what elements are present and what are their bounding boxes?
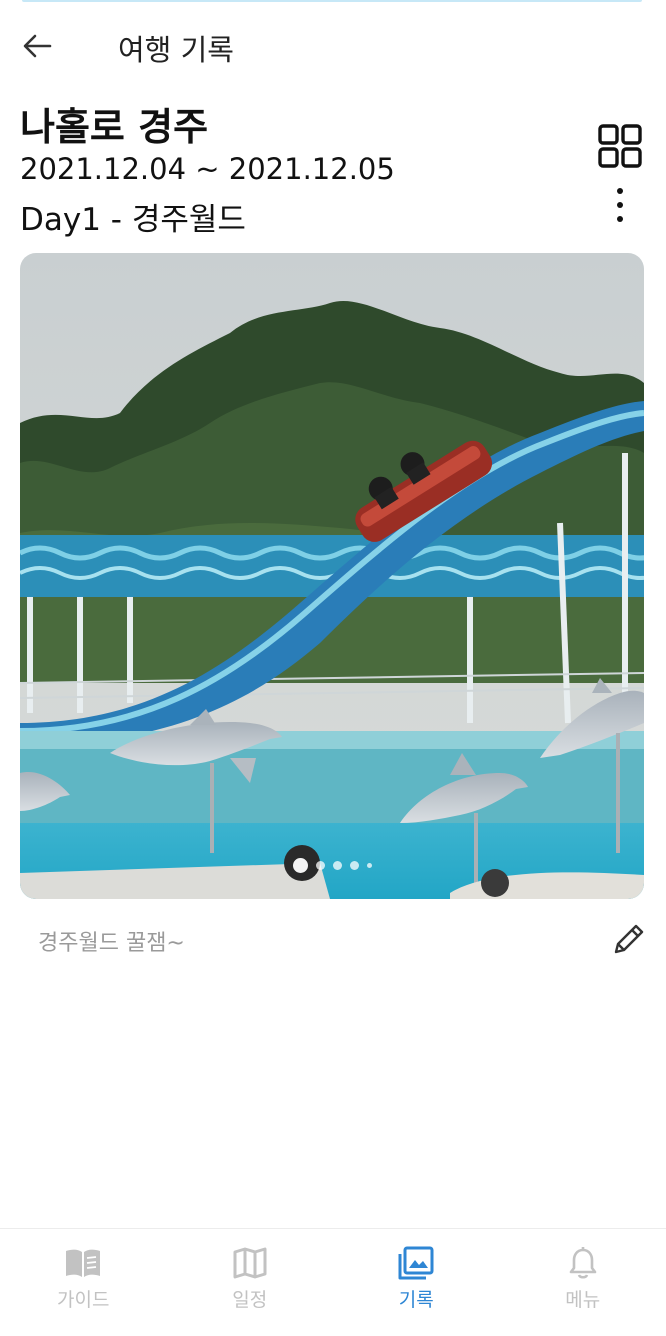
- nav-item-menu[interactable]: 메뉴: [500, 1229, 666, 1336]
- book-icon: [66, 1249, 101, 1277]
- gallery-icon: [398, 1246, 434, 1280]
- top-strip: [22, 0, 642, 2]
- carousel-dot[interactable]: [315, 861, 325, 870]
- photo-image: [20, 253, 644, 899]
- more-vertical-icon: [617, 188, 623, 222]
- carousel-dot[interactable]: [349, 861, 359, 870]
- photo-caption: 경주월드 꿀잼~: [38, 931, 185, 956]
- trip-record-screen: 여행 기록 나홀로 경주 2021.12.04 ~ 2021.12.05 Day…: [0, 0, 666, 1336]
- arrow-left-icon: [23, 34, 52, 58]
- trip-photo[interactable]: [20, 253, 644, 899]
- nav-label: 가이드: [57, 1289, 110, 1311]
- edit-caption-button[interactable]: [606, 918, 650, 962]
- trip-title: 나홀로 경주: [20, 105, 209, 149]
- carousel-dot[interactable]: [332, 861, 342, 870]
- carousel-indicator: [20, 858, 644, 873]
- carousel-dot[interactable]: [366, 863, 372, 868]
- nav-label: 기록: [398, 1289, 434, 1311]
- nav-label: 일정: [232, 1289, 268, 1311]
- back-button[interactable]: [22, 26, 66, 66]
- grid-icon: [598, 124, 642, 168]
- bell-icon: [569, 1247, 597, 1279]
- map-icon: [233, 1247, 267, 1279]
- nav-item-guide[interactable]: 가이드: [0, 1229, 167, 1336]
- page-title: 여행 기록: [118, 33, 234, 67]
- grid-view-button[interactable]: [596, 122, 644, 170]
- nav-label: 메뉴: [565, 1289, 601, 1311]
- nav-item-record[interactable]: 기록: [333, 1229, 500, 1336]
- trip-dates: 2021.12.04 ~ 2021.12.05: [20, 152, 395, 186]
- more-options-button[interactable]: [602, 184, 638, 226]
- app-bar: 여행 기록: [0, 18, 666, 74]
- day-label: Day1 - 경주월드: [20, 202, 246, 238]
- carousel-dot[interactable]: [292, 858, 308, 873]
- pencil-icon: [614, 924, 644, 954]
- nav-item-schedule[interactable]: 일정: [167, 1229, 334, 1336]
- bottom-navigation: 가이드 일정 기록 메뉴: [0, 1228, 666, 1336]
